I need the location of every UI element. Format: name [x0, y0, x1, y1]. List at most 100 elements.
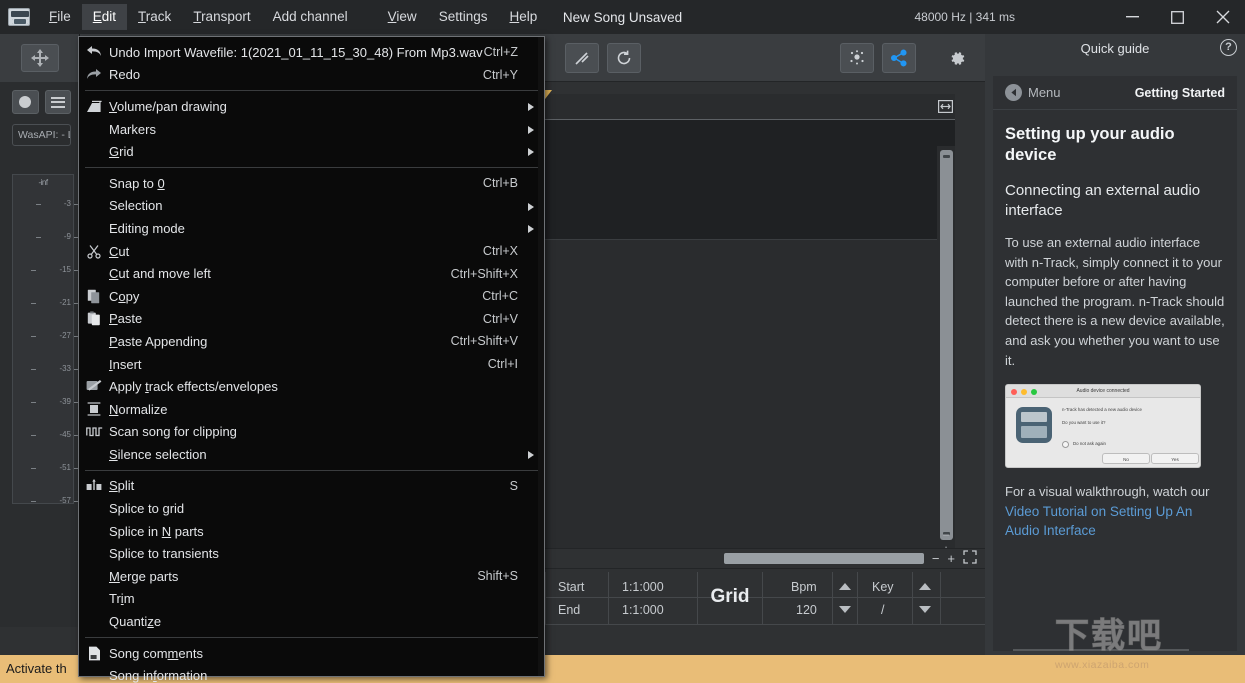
- left-tool-strip: [0, 34, 80, 82]
- help-circle-icon[interactable]: ?: [1220, 39, 1237, 56]
- fit-horizontal-icon[interactable]: [936, 95, 954, 117]
- menu-item-label: Cut: [109, 243, 130, 259]
- horizontal-scroll-thumb[interactable]: [723, 553, 924, 564]
- gear-icon[interactable]: [940, 43, 974, 73]
- menu-item-selection[interactable]: Selection: [79, 195, 544, 218]
- menu-bar: File Edit Track Transport Add channel Vi…: [38, 0, 548, 34]
- effects-icon: [79, 379, 109, 394]
- menu-item-scan-song-for-clipping[interactable]: Scan song for clipping: [79, 421, 544, 444]
- menu-item-normalize[interactable]: Normalize: [79, 398, 544, 421]
- dialog-line1: n-Track has detected a new audio device: [1062, 407, 1142, 413]
- selection-start-value[interactable]: 1:1:000: [622, 580, 664, 594]
- menu-item-insert[interactable]: Insert Ctrl+I: [79, 353, 544, 376]
- menu-item-accel: Ctrl+Shift+X: [450, 266, 518, 281]
- menu-item-cut-and-move-left[interactable]: Cut and move left Ctrl+Shift+X: [79, 262, 544, 285]
- vertical-scrollbar[interactable]: [937, 146, 955, 546]
- quick-guide-header: Quick guide ?: [985, 34, 1245, 62]
- audio-device-selector[interactable]: WasAPI: - L: [12, 124, 71, 146]
- submenu-arrow-icon: [528, 451, 534, 460]
- key-decrease-button[interactable]: [919, 606, 931, 613]
- menu-item-accel: Ctrl+C: [482, 289, 518, 304]
- menu-item-song-information[interactable]: Song information: [79, 664, 544, 683]
- quick-guide-heading: Setting up your audio device: [1005, 125, 1175, 164]
- envelope-draw-icon: [79, 100, 109, 113]
- menu-item-copy[interactable]: Copy Ctrl+C: [79, 285, 544, 308]
- dialog-line2: Do you want to use it?: [1062, 420, 1106, 426]
- menu-item-label: Editing mode: [109, 220, 185, 236]
- level-meter: -inf -3 -9 -15 -21 -27 -33 -39 -45 -51 -…: [12, 174, 81, 505]
- dialog-checkbox-label: Do not ask again: [1073, 441, 1106, 447]
- menu-item-volume-pan-drawing[interactable]: Volume/pan drawing: [79, 95, 544, 118]
- record-dot-icon[interactable]: [12, 90, 39, 114]
- vertical-scroll-thumb[interactable]: [940, 150, 953, 540]
- key-increase-button[interactable]: [919, 583, 931, 590]
- menu-item-editing-mode[interactable]: Editing mode: [79, 217, 544, 240]
- clipping-icon: [79, 426, 109, 437]
- key-label: Key: [872, 580, 894, 594]
- submenu-arrow-icon: [528, 103, 534, 112]
- close-button[interactable]: [1200, 0, 1245, 34]
- menu-add-channel[interactable]: Add channel: [262, 4, 359, 30]
- minimize-button[interactable]: [1110, 0, 1155, 34]
- bpm-value[interactable]: 120: [796, 603, 817, 617]
- share-icon[interactable]: [882, 43, 916, 73]
- menu-item-silence-selection[interactable]: Silence selection: [79, 443, 544, 466]
- menu-track[interactable]: Track: [127, 4, 182, 30]
- menu-transport[interactable]: Transport: [182, 4, 261, 30]
- menu-file[interactable]: File: [38, 4, 82, 30]
- key-value[interactable]: /: [881, 603, 884, 617]
- quick-guide-back-button[interactable]: Menu: [1005, 84, 1061, 101]
- menu-item-song-comments[interactable]: Song comments: [79, 642, 544, 665]
- vertical-zoom-out-button[interactable]: −: [937, 528, 955, 542]
- menu-edit[interactable]: Edit: [81, 4, 128, 30]
- fx-sparkle-icon[interactable]: [840, 43, 874, 73]
- pencil-tool-icon[interactable]: [565, 43, 599, 73]
- zoom-out-button[interactable]: −: [928, 551, 944, 566]
- selection-end-value[interactable]: 1:1:000: [622, 603, 664, 617]
- loop-icon[interactable]: [607, 43, 641, 73]
- menu-item-merge-parts[interactable]: Merge parts Shift+S: [79, 565, 544, 588]
- list-icon[interactable]: [44, 90, 71, 114]
- menu-item-label: Insert: [109, 356, 142, 372]
- mixer-left-panel: WasAPI: - L -inf -3 -9 -15 -21 -27 -33 -…: [0, 82, 81, 683]
- video-tutorial-link[interactable]: Video Tutorial on Setting Up An Audio In…: [1005, 502, 1225, 541]
- menu-item-splice-to-transients[interactable]: Splice to transients: [79, 542, 544, 565]
- menu-item-undo[interactable]: Undo Import Wavefile: 1(2021_01_11_15_30…: [79, 41, 544, 64]
- zoom-in-button[interactable]: +: [943, 551, 959, 566]
- menu-item-splice-in-n-parts[interactable]: Splice in N parts: [79, 520, 544, 543]
- bpm-decrease-button[interactable]: [839, 606, 851, 613]
- submenu-arrow-icon: [528, 225, 534, 234]
- bpm-increase-button[interactable]: [839, 583, 851, 590]
- watch-video-tutorial-button[interactable]: Watch Video Tutorial >: [1013, 649, 1189, 651]
- menu-item-paste[interactable]: Paste Ctrl+V: [79, 308, 544, 331]
- menu-item-markers[interactable]: Markers: [79, 118, 544, 141]
- menu-item-redo[interactable]: Redo Ctrl+Y: [79, 64, 544, 87]
- move-tool-icon[interactable]: [20, 44, 59, 72]
- menu-item-quantize[interactable]: Quantize: [79, 610, 544, 633]
- menu-item-accel: Ctrl+Z: [483, 45, 518, 60]
- menu-item-grid[interactable]: Grid: [79, 140, 544, 163]
- paste-icon: [79, 311, 109, 326]
- menu-item-splice-to-grid[interactable]: Splice to grid: [79, 497, 544, 520]
- menu-item-paste-appending[interactable]: Paste Appending Ctrl+Shift+V: [79, 330, 544, 353]
- menu-item-label: Silence selection: [109, 446, 207, 462]
- maximize-button[interactable]: [1155, 0, 1200, 34]
- meter-tick: -45: [32, 430, 80, 439]
- menu-item-apply-track-effects[interactable]: Apply track effects/envelopes: [79, 375, 544, 398]
- quick-guide-back-label: Menu: [1028, 85, 1061, 100]
- menu-item-split[interactable]: Split S: [79, 475, 544, 498]
- menu-item-accel: Ctrl+B: [482, 176, 518, 191]
- menu-view[interactable]: View: [377, 4, 428, 30]
- menu-separator: [85, 469, 538, 471]
- menu-settings[interactable]: Settings: [428, 4, 499, 30]
- menu-item-accel: Ctrl+I: [487, 357, 518, 372]
- menu-item-trim[interactable]: Trim: [79, 588, 544, 611]
- menu-item-label: Undo Import Wavefile: 1(2021_01_11_15_30…: [109, 44, 483, 60]
- edit-dropdown-menu[interactable]: Undo Import Wavefile: 1(2021_01_11_15_30…: [78, 36, 545, 683]
- menu-item-snap-to-0[interactable]: Snap to 0 Ctrl+B: [79, 172, 544, 195]
- menu-item-cut[interactable]: Cut Ctrl+X: [79, 240, 544, 263]
- zoom-fit-icon[interactable]: [959, 550, 985, 567]
- grid-button[interactable]: Grid: [700, 586, 760, 608]
- menu-help[interactable]: Help: [498, 4, 548, 30]
- quick-guide-subheading: Connecting an external audio interface: [1005, 182, 1201, 219]
